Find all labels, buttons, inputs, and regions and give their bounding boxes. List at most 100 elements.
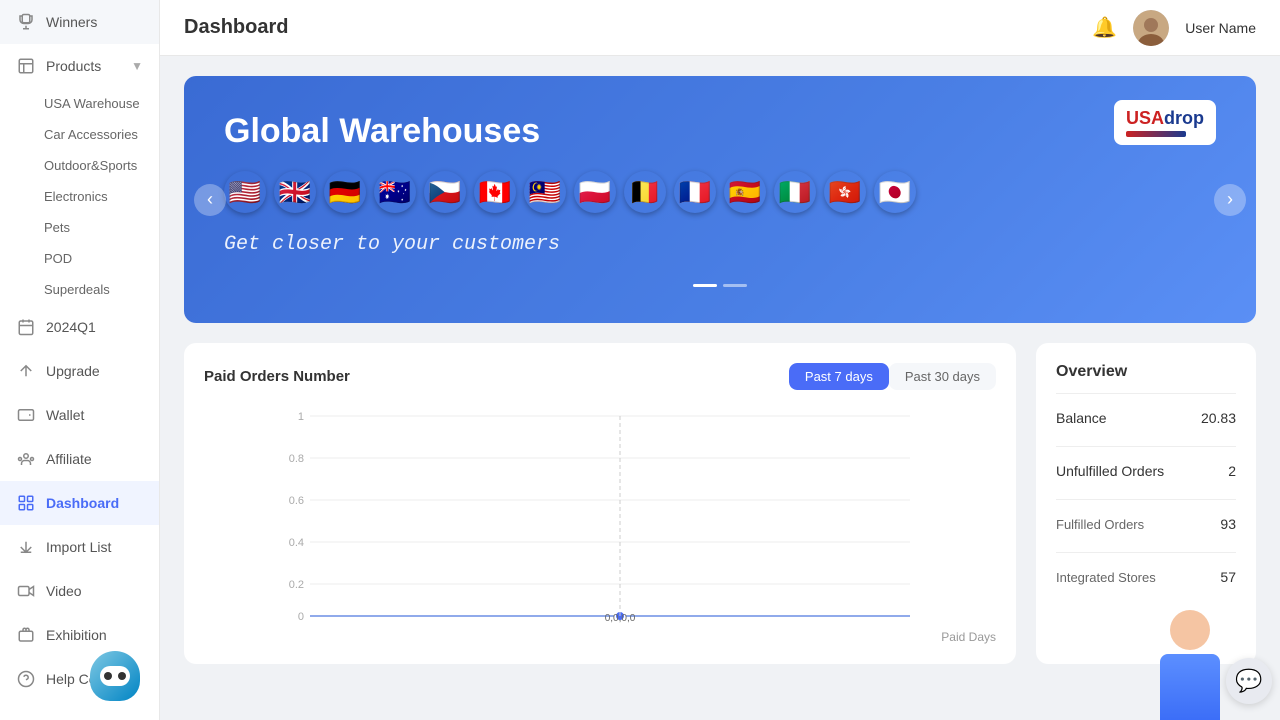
flag-de: 🇩🇪: [324, 171, 366, 213]
chat-widget[interactable]: 💬: [1226, 658, 1272, 704]
tab-past-7-days[interactable]: Past 7 days: [789, 363, 889, 390]
sidebar-sub-electronics[interactable]: Electronics: [0, 181, 159, 212]
overview-row-fulfilled: Fulfilled Orders 93: [1056, 516, 1236, 532]
chart-x-label: Paid Days: [941, 630, 996, 644]
box-icon: [16, 56, 36, 76]
import-icon: [16, 537, 36, 557]
flag-gb: 🇬🇧: [274, 171, 316, 213]
sidebar-item-exhibition-label: Exhibition: [46, 627, 107, 643]
sidebar-item-import-list[interactable]: Import List: [0, 525, 159, 569]
flag-my: 🇲🇾: [524, 171, 566, 213]
flag-cz: 🇨🇿: [424, 171, 466, 213]
flag-it: 🇮🇹: [774, 171, 816, 213]
flag-fr: 🇫🇷: [674, 171, 716, 213]
banner-title: Global Warehouses: [224, 112, 1216, 151]
sidebar-sub-car-accessories[interactable]: Car Accessories: [0, 119, 159, 150]
main-content: Dashboard 🔔 User Name ‹ USAdrop Global W…: [160, 0, 1280, 720]
overview-title: Overview: [1056, 363, 1236, 381]
chart-header: Paid Orders Number Past 7 days Past 30 d…: [204, 363, 996, 390]
sidebar-sub-superdeals[interactable]: Superdeals: [0, 274, 159, 305]
sidebar-item-import-label: Import List: [46, 539, 111, 555]
sidebar-item-upgrade[interactable]: Upgrade: [0, 349, 159, 393]
help-icon: [16, 669, 36, 689]
sidebar-item-products[interactable]: Products ▼: [0, 44, 159, 88]
chart-tab-group: Past 7 days Past 30 days: [789, 363, 996, 390]
sidebar-item-affiliate-label: Affiliate: [46, 451, 92, 467]
overview-divider-2: [1056, 446, 1236, 447]
sidebar-sub-outdoor-sports[interactable]: Outdoor&Sports: [0, 150, 159, 181]
banner-subtitle: Get closer to your customers: [224, 233, 1216, 256]
sidebar-item-winners-label: Winners: [46, 14, 97, 30]
flag-jp: 🇯🇵: [874, 171, 916, 213]
chart-svg: 1 0.8 0.6 0.4 0.2 0: [204, 406, 996, 626]
sidebar: Winners Products ▼ USA Warehouse Car Acc…: [0, 0, 160, 720]
flag-ca: 🇨🇦: [474, 171, 516, 213]
balance-label: Balance: [1056, 410, 1107, 426]
sidebar-item-winners[interactable]: Winners: [0, 0, 159, 44]
affiliate-icon: [16, 449, 36, 469]
banner-dot-1: [693, 284, 717, 287]
sidebar-sub-pod[interactable]: POD: [0, 243, 159, 274]
chevron-down-icon: ▼: [131, 59, 143, 73]
sidebar-sub-usa-warehouse[interactable]: USA Warehouse: [0, 88, 159, 119]
svg-text:0.8: 0.8: [289, 453, 304, 465]
content-area: ‹ USAdrop Global Warehouses 🇺🇸 🇬🇧 🇩🇪 🇦🇺 …: [160, 56, 1280, 720]
calendar-icon: [16, 317, 36, 337]
chart-area: 1 0.8 0.6 0.4 0.2 0: [204, 406, 996, 626]
sidebar-item-upgrade-label: Upgrade: [46, 363, 100, 379]
sidebar-sub-pets[interactable]: Pets: [0, 212, 159, 243]
sidebar-item-dashboard-label: Dashboard: [46, 495, 119, 511]
dashboard-icon: [16, 493, 36, 513]
banner-prev-button[interactable]: ‹: [194, 184, 226, 216]
overview-row-unfulfilled: Unfulfilled Orders 2: [1056, 463, 1236, 479]
chart-title: Paid Orders Number: [204, 368, 350, 385]
support-person: [1155, 610, 1225, 720]
wallet-icon: [16, 405, 36, 425]
header-right: 🔔 User Name: [1092, 10, 1256, 46]
notification-bell-icon[interactable]: 🔔: [1092, 15, 1117, 40]
flag-hk: 🇭🇰: [824, 171, 866, 213]
sidebar-item-dashboard[interactable]: Dashboard: [0, 481, 159, 525]
sidebar-item-products-label: Products: [46, 58, 101, 74]
mascot-character: [90, 651, 155, 716]
svg-text:0.2: 0.2: [289, 579, 304, 591]
page-title: Dashboard: [184, 16, 288, 39]
chart-card: Paid Orders Number Past 7 days Past 30 d…: [184, 343, 1016, 664]
sidebar-item-wallet-label: Wallet: [46, 407, 84, 423]
unfulfilled-label: Unfulfilled Orders: [1056, 463, 1164, 479]
sidebar-item-affiliate[interactable]: Affiliate: [0, 437, 159, 481]
avatar[interactable]: [1133, 10, 1169, 46]
sidebar-item-video[interactable]: Video: [0, 569, 159, 613]
exhibition-icon: [16, 625, 36, 645]
svg-text:1: 1: [298, 411, 304, 423]
overview-row-stores: Integrated Stores 57: [1056, 569, 1236, 585]
svg-text:0.6: 0.6: [289, 495, 304, 507]
sidebar-item-2024q1-label: 2024Q1: [46, 319, 96, 335]
flag-es: 🇪🇸: [724, 171, 766, 213]
flag-be: 🇧🇪: [624, 171, 666, 213]
flag-pl: 🇵🇱: [574, 171, 616, 213]
overview-divider-3: [1056, 499, 1236, 500]
svg-text:0.4: 0.4: [289, 537, 304, 549]
banner-next-button[interactable]: ›: [1214, 184, 1246, 216]
bottom-row: Paid Orders Number Past 7 days Past 30 d…: [184, 343, 1256, 664]
flag-us: 🇺🇸: [224, 171, 266, 213]
banner-dot-2: [723, 284, 747, 287]
banner-flags: 🇺🇸 🇬🇧 🇩🇪 🇦🇺 🇨🇿 🇨🇦 🇲🇾 🇵🇱 🇧🇪 🇫🇷 🇪🇸 🇮🇹 🇭🇰 🇯…: [224, 171, 1216, 213]
stores-label: Integrated Stores: [1056, 570, 1156, 585]
svg-text:0: 0: [298, 611, 304, 623]
svg-text:0,0,0,0: 0,0,0,0: [605, 613, 636, 624]
overview-row-balance: Balance 20.83: [1056, 410, 1236, 426]
username-label: User Name: [1185, 20, 1256, 36]
video-icon: [16, 581, 36, 601]
chart-footer: Paid Days: [204, 630, 996, 644]
flag-au: 🇦🇺: [374, 171, 416, 213]
tab-past-30-days[interactable]: Past 30 days: [889, 363, 996, 390]
banner-dots: [224, 284, 1216, 287]
sidebar-item-wallet[interactable]: Wallet: [0, 393, 159, 437]
upgrade-icon: [16, 361, 36, 381]
fulfilled-value: 93: [1220, 516, 1236, 532]
sidebar-item-2024q1[interactable]: 2024Q1: [0, 305, 159, 349]
trophy-icon: [16, 12, 36, 32]
sidebar-item-video-label: Video: [46, 583, 82, 599]
